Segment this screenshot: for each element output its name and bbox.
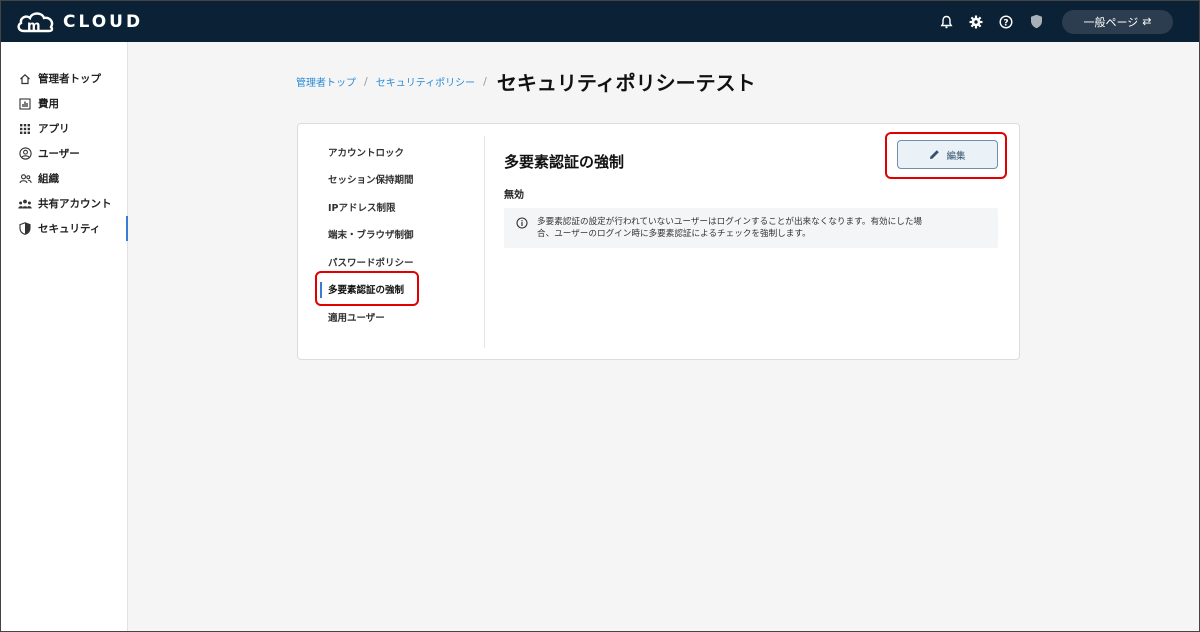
sidebar-item-label: 管理者トップ (38, 73, 101, 85)
policy-card: アカウントロック セッション保持期間 IPアドレス制限 端末・ブラウザ制御 パス… (297, 123, 1020, 360)
breadcrumb-link-security-policy[interactable]: セキュリティポリシー (376, 74, 475, 89)
shield-status-icon[interactable] (1026, 12, 1046, 32)
sidebar-item-shared-accounts[interactable]: 共有アカウント (1, 191, 127, 216)
people-icon (18, 197, 32, 211)
gear-icon[interactable] (966, 12, 986, 32)
group-icon (18, 172, 32, 186)
shield-icon (18, 222, 32, 236)
sidebar-item-users[interactable]: ユーザー (1, 141, 127, 166)
page-title: セキュリティポリシーテスト (496, 71, 756, 95)
sidebar-item-label: 組織 (38, 173, 59, 185)
submenu-item-password-policy[interactable]: パスワードポリシー (312, 248, 482, 276)
sidebar: 管理者トップ 費用 アプリ ユーザー 組織 共有アカウント セキュリティ (1, 42, 128, 631)
sidebar-item-costs[interactable]: 費用 (1, 91, 127, 116)
submenu-item-device-browser-control[interactable]: 端末・ブラウザ制御 (312, 221, 482, 249)
svg-text:m: m (27, 19, 41, 34)
breadcrumb-separator: / (483, 75, 487, 88)
sidebar-item-organizations[interactable]: 組織 (1, 166, 127, 191)
sidebar-item-label: アプリ (38, 123, 70, 135)
sidebar-item-admin-top[interactable]: 管理者トップ (1, 66, 127, 91)
bell-icon[interactable] (936, 12, 956, 32)
sidebar-item-label: セキュリティ (38, 223, 101, 235)
pencil-icon (930, 150, 940, 159)
breadcrumb: 管理者トップ / セキュリティポリシー / セキュリティポリシーテスト (296, 67, 756, 96)
sidebar-item-security[interactable]: セキュリティ (1, 216, 128, 241)
help-icon[interactable]: ? (996, 12, 1016, 32)
info-message-line: 多要素認証の設定が行われていないユーザーはログインすることが出来なくなります。有… (537, 217, 923, 227)
general-page-switch-button[interactable]: 一般ページ ⇄ (1062, 9, 1173, 34)
top-bar: m CLOUD ? 一般ページ ⇄ (1, 1, 1199, 42)
edit-button-label: 編集 (946, 150, 966, 162)
cloud-logo-icon: m (17, 11, 54, 34)
mfa-status-value: 無効 (504, 190, 524, 201)
chart-icon (18, 97, 32, 111)
home-icon (18, 72, 32, 86)
svg-text:?: ? (1003, 18, 1008, 28)
info-icon (516, 217, 528, 229)
policy-submenu: アカウントロック セッション保持期間 IPアドレス制限 端末・ブラウザ制御 パス… (312, 138, 482, 331)
logo[interactable]: m CLOUD (15, 1, 143, 42)
submenu-item-session-duration[interactable]: セッション保持期間 (312, 166, 482, 194)
breadcrumb-separator: / (364, 75, 368, 88)
logo-text: CLOUD (63, 11, 144, 32)
header-actions: ? 一般ページ ⇄ (936, 1, 1173, 42)
info-message-text: 多要素認証の設定が行われていないユーザーはログインすることが出来なくなります。有… (537, 216, 922, 240)
swap-arrows-icon: ⇄ (1142, 15, 1152, 28)
info-message-box: 多要素認証の設定が行われていないユーザーはログインすることが出来なくなります。有… (504, 208, 998, 248)
sidebar-nav: 管理者トップ 費用 アプリ ユーザー 組織 共有アカウント セキュリティ (1, 66, 128, 241)
sidebar-item-label: 共有アカウント (38, 198, 112, 210)
sidebar-item-label: 費用 (38, 98, 59, 110)
vertical-divider (484, 136, 485, 348)
section-title: 多要素認証の強制 (504, 153, 625, 171)
grid-icon (18, 122, 32, 136)
submenu-item-mfa-enforcement[interactable]: 多要素認証の強制 (312, 276, 482, 304)
info-message-line: 合、ユーザーのログイン時に多要素認証によるチェックを強制します。 (537, 229, 811, 239)
breadcrumb-link-admin-top[interactable]: 管理者トップ (296, 74, 356, 89)
sidebar-item-label: ユーザー (38, 148, 80, 160)
sidebar-item-apps[interactable]: アプリ (1, 116, 127, 141)
user-circle-icon (18, 147, 32, 161)
submenu-item-applied-users[interactable]: 適用ユーザー (312, 303, 482, 331)
submenu-item-ip-restriction[interactable]: IPアドレス制限 (312, 193, 482, 221)
edit-button[interactable]: 編集 (897, 140, 998, 169)
submenu-item-account-lock[interactable]: アカウントロック (312, 138, 482, 166)
general-page-switch-label: 一般ページ (1083, 15, 1139, 29)
